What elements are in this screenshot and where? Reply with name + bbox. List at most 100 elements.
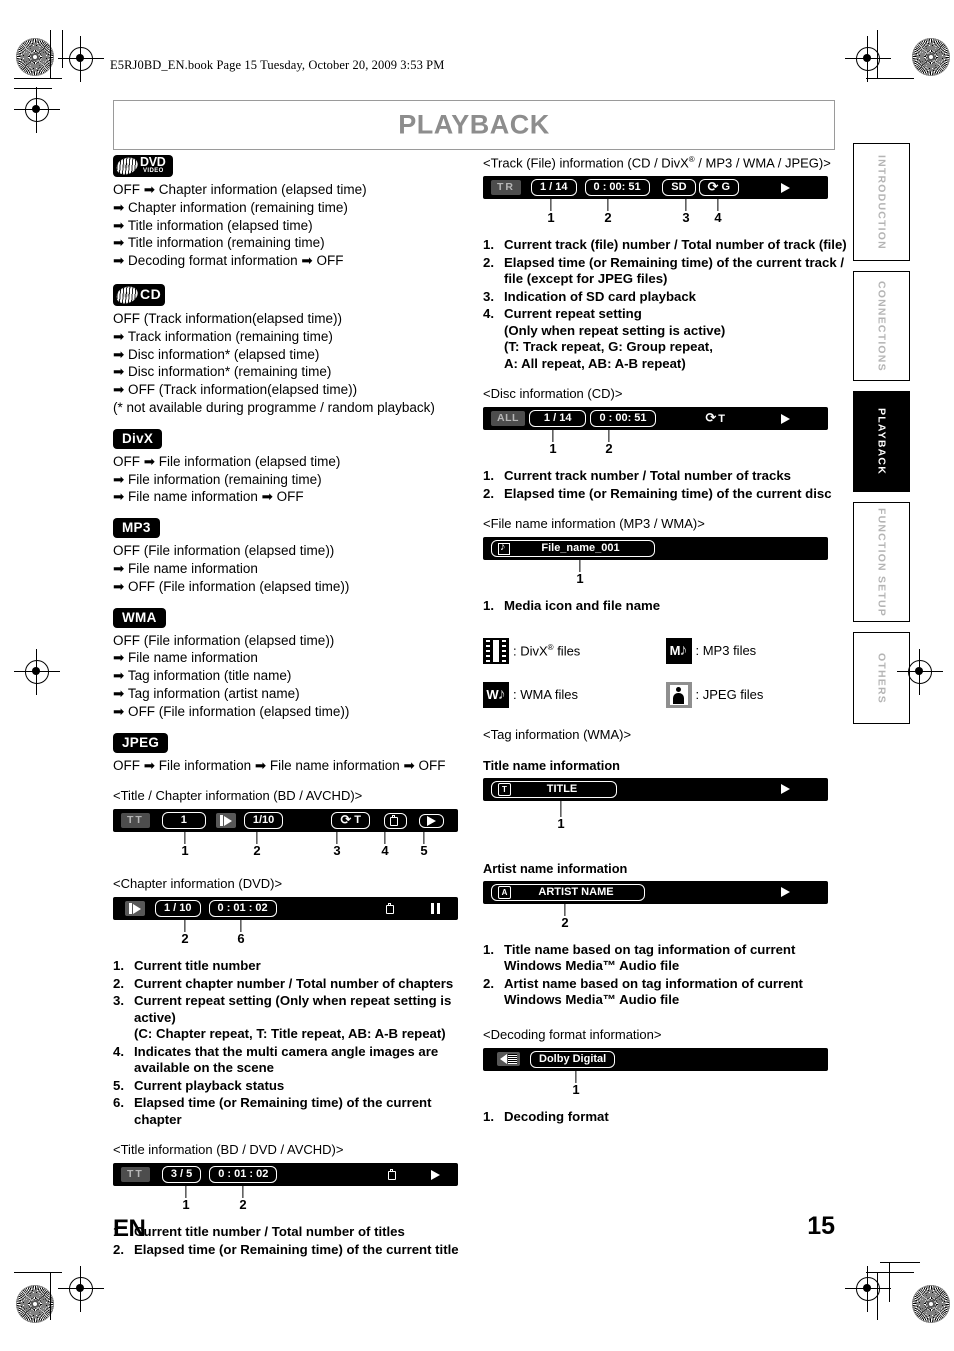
sidebar-tab-function-setup[interactable]: FUNCTION SETUP: [853, 502, 910, 622]
osd-bar-file-name: File_name_001: [483, 537, 828, 561]
left-column: DVD VIDEO OFF ➡ Chapter information (ela…: [113, 154, 478, 1259]
callout-number: 2: [239, 1197, 247, 1213]
notes-disc-cd: 1. Current track number / Total number of…: [483, 468, 848, 502]
note-number: 3.: [113, 993, 124, 1009]
sidebar-tab-function-setup-label: FUNCTION SETUP: [875, 507, 888, 617]
media-icon-legend: : DivX® files M ♪ : MP3 files W ♪ : WMA fi…: [483, 629, 848, 717]
crop-line-bottomright-v: [877, 1272, 878, 1320]
cd-sequence-list: OFF (Track information(elapsed time)) ➡ …: [113, 310, 478, 417]
sidebar-tab-playback-label: PLAYBACK: [875, 408, 888, 475]
osd-tr-label: TR: [491, 180, 521, 196]
osd-angle-indicator: [384, 812, 407, 829]
right-column: <Track (File) information (CD / DivX® / …: [483, 155, 848, 1126]
jpeg-sequence-list: OFF ➡ File information ➡ File name infor…: [113, 757, 478, 775]
note-text: Elapsed time (or Remaining time) of the …: [134, 1095, 432, 1127]
notes-track-file: 1. Current track (file) number / Total nu…: [483, 237, 848, 372]
note-text: Decoding format: [504, 1108, 609, 1124]
note-text: Current chapter number / Total number of…: [134, 975, 454, 991]
footer-page-number: 15: [807, 1212, 835, 1240]
crop-line-bottom-h: [14, 1272, 62, 1273]
note-number: 1.: [113, 958, 124, 974]
mp3-note-icon: M ♪: [665, 637, 692, 664]
divx-sequence-line: ➡ File name information ➡ OFF: [113, 489, 304, 505]
callouts-file-name: 1: [483, 560, 848, 590]
callout-number: 6: [237, 931, 245, 947]
registration-rosette-bottom-right: [912, 1285, 950, 1323]
note-number: 2.: [113, 1241, 124, 1257]
note-number: 4.: [483, 306, 494, 322]
sidebar-tab-connections[interactable]: CONNECTIONS: [853, 271, 910, 381]
note-text: Current repeat setting (Only when repeat…: [504, 306, 726, 371]
note-item: 4. Current repeat setting (Only when repe…: [483, 306, 848, 372]
callout-number: 1: [572, 1081, 580, 1097]
osd-decoding-format: Dolby Digital: [530, 1050, 616, 1068]
note-number: 2.: [483, 975, 494, 991]
callout-number: 1: [181, 843, 189, 859]
note-item: 5. Current playback status: [113, 1078, 478, 1095]
osd-elapsed-time: 0 : 01 : 02: [208, 900, 277, 918]
sidebar-tab-others[interactable]: OTHERS: [853, 632, 910, 724]
cd-logo-main: CD: [140, 285, 162, 302]
note-text: Elapsed time (or Remaining time) of the …: [504, 254, 845, 287]
note-text: Indicates that the multi camera angle im…: [134, 1043, 439, 1076]
mp3-sequence-list: OFF (File information (elapsed time)) ➡ …: [113, 542, 478, 595]
legend-item-mp3: M ♪ : MP3 files: [665, 629, 849, 673]
note-text: Indication of SD card playback: [504, 288, 696, 304]
legend-item-mp3-label: : MP3 files: [695, 643, 757, 659]
note-text: Elapsed time (or Remaining time) of the …: [134, 1241, 459, 1257]
note-icon: [498, 541, 510, 555]
osd-file-name: File_name_001: [541, 542, 620, 555]
callouts-track-file: 1 2 3 4: [483, 199, 848, 229]
cd-sequence-line: ➡ OFF (Track information(elapsed time)): [113, 382, 358, 398]
legend-item-divx-label: : DivX® files: [513, 643, 581, 659]
osd-bar-title-info: TT 3 / 5 0 : 01 : 02: [113, 1163, 458, 1187]
legend-item-jpeg-label: : JPEG files: [695, 687, 764, 703]
note-item: 1. Title name based on tag information of…: [483, 942, 848, 975]
note-number: 4.: [113, 1043, 124, 1059]
osd-tag-title-text: TITLE: [546, 782, 578, 795]
mp3-logo-icon: MP3: [113, 518, 160, 539]
disc-glyph-icon: [113, 154, 141, 178]
callout-number: 1: [576, 571, 584, 587]
dvd-sequence-line: OFF ➡ Chapter information (elapsed time): [113, 182, 367, 197]
note-text: Current track (file) number / Total numb…: [504, 237, 847, 253]
callout-number: 3: [333, 843, 341, 859]
osd-tag-artist-pill: A ARTIST NAME: [491, 883, 645, 901]
osd-title-number: 1: [161, 812, 206, 830]
note-number: 5.: [113, 1077, 124, 1093]
note-number: 1.: [483, 598, 494, 614]
note-item: 1. Current title number / Total number of…: [113, 1224, 478, 1241]
note-number: 6.: [113, 1095, 124, 1111]
track-file-caption: <Track (File) information (CD / DivX® / …: [483, 155, 831, 171]
sidebar-tab-connections-label: CONNECTIONS: [875, 280, 888, 372]
osd-elapsed-time: 0 : 00: 51: [590, 410, 656, 428]
osd-bar-decoding: Dolby Digital: [483, 1047, 828, 1071]
cd-sequence-footnote: (* not available during programme / rand…: [113, 399, 435, 415]
callouts-disc-cd: 1 2: [483, 430, 848, 460]
callouts-tag-title: 1: [483, 800, 848, 831]
note-item: 1. Current track number / Total number of…: [483, 468, 848, 485]
note-text: Artist name based on tag information of …: [504, 975, 803, 1008]
osd-file-name-pill: File_name_001: [491, 540, 655, 558]
sidebar-tab-introduction[interactable]: INTRODUCTION: [853, 143, 910, 261]
cd-sequence-line: OFF (Track information(elapsed time)): [113, 310, 343, 326]
callout-number: 2: [181, 931, 189, 947]
note-text: Title name based on tag information of c…: [504, 941, 796, 974]
repeat-icon: ⟳: [705, 411, 717, 427]
registration-mark-bottom-right: [845, 1266, 891, 1312]
jpeg-logo-icon: JPEG: [113, 732, 169, 753]
dvd-sequence-line: ➡ Chapter information (remaining time): [113, 199, 348, 215]
speaker-icon: [497, 1052, 520, 1067]
callout-number: 3: [682, 210, 690, 226]
osd-tt-label: TT: [121, 813, 150, 829]
wma-sequence-line: ➡ OFF (File information (elapsed time)): [113, 703, 350, 719]
note-item: 3. Indication of SD card playback: [483, 289, 848, 306]
crop-line-topright-h: [866, 78, 914, 79]
sidebar-tab-playback[interactable]: PLAYBACK: [853, 391, 910, 492]
disc-cd-caption: <Disc information (CD)>: [483, 386, 623, 402]
callout-number: 1: [549, 441, 557, 457]
osd-repeat-letter: T: [718, 412, 725, 425]
crop-line-bottomright-h2: [880, 1262, 920, 1263]
callout-number: 5: [420, 843, 428, 859]
osd-repeat-letter: G: [721, 181, 730, 194]
